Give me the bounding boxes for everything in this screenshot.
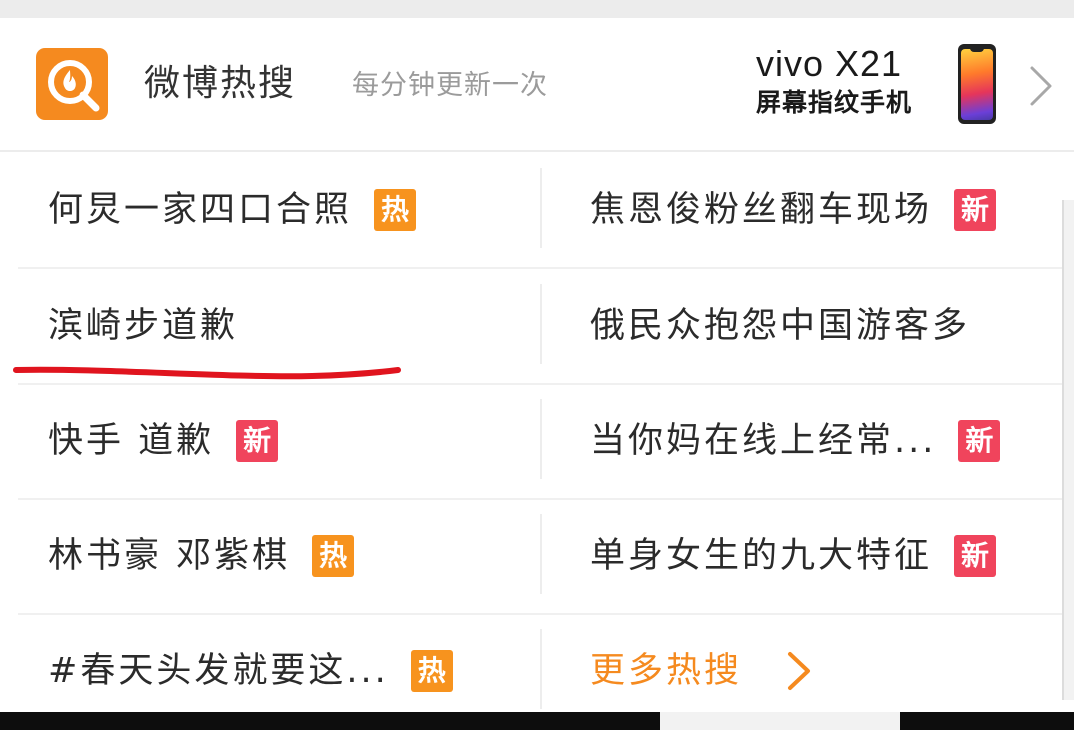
vivo-ad-banner[interactable]: vivo X21 屏幕指纹手机 (752, 42, 1006, 130)
hot-badge: 热 (312, 534, 355, 577)
chevron-right-icon (788, 651, 811, 690)
header-subtitle: 每分钟更新一次 (352, 70, 548, 101)
hot-search-item[interactable]: #春天头发就要这... 热 (48, 613, 453, 728)
hot-badge: 热 (410, 649, 453, 692)
table-row: 快手 道歉 新 当你妈在线上经常... 新 (18, 383, 1062, 500)
item-text: 何炅一家四口合照 (48, 189, 353, 230)
hot-search-item[interactable]: 林书豪 邓紫棋 热 (48, 498, 355, 613)
table-row: #春天头发就要这... 热 更多热搜 (18, 613, 1062, 728)
bottom-bar-highlight (660, 712, 900, 730)
table-row: 何炅一家四口合照 热 焦恩俊粉丝翻车现场 新 (18, 152, 1062, 269)
more-hot-search-link[interactable]: 更多热搜 (590, 613, 812, 728)
annotation-underline (13, 366, 401, 380)
new-badge: 新 (236, 419, 279, 462)
bottom-bar (0, 712, 1074, 730)
more-hot-search-label: 更多热搜 (590, 650, 743, 691)
hot-search-item[interactable]: 单身女生的九大特征 新 (590, 498, 997, 613)
chevron-right-icon[interactable] (1026, 64, 1056, 108)
top-strip (0, 0, 1074, 18)
phone-image (958, 44, 996, 124)
item-text: #春天头发就要这... (48, 650, 389, 691)
hot-search-grid: 何炅一家四口合照 热 焦恩俊粉丝翻车现场 新 滨崎步道歉 俄民众抱怨中国游客多 … (0, 152, 1074, 712)
hot-search-item[interactable]: 快手 道歉 新 (48, 383, 279, 498)
new-badge: 新 (954, 188, 997, 231)
header-title: 微博热搜 (144, 63, 297, 104)
new-badge: 新 (958, 419, 1001, 462)
item-text: 滨崎步道歉 (48, 305, 239, 346)
hot-search-item[interactable]: 俄民众抱怨中国游客多 (590, 268, 970, 383)
hot-search-item[interactable]: 当你妈在线上经常... 新 (590, 383, 1001, 498)
ad-brand: vivo X21 (756, 43, 903, 84)
ad-tagline: 屏幕指纹手机 (756, 88, 913, 117)
item-text: 俄民众抱怨中国游客多 (590, 305, 971, 346)
card-header[interactable]: 微博热搜 每分钟更新一次 vivo X21 屏幕指纹手机 (0, 18, 1074, 152)
weibo-hot-search-logo-icon (36, 48, 108, 120)
table-row: 林书豪 邓紫棋 热 单身女生的九大特征 新 (18, 498, 1062, 615)
item-text: 焦恩俊粉丝翻车现场 (590, 189, 933, 230)
item-text: 单身女生的九大特征 (590, 535, 933, 576)
item-text: 林书豪 邓紫棋 (48, 535, 291, 576)
hot-search-item[interactable]: 焦恩俊粉丝翻车现场 新 (590, 152, 997, 267)
item-text: 当你妈在线上经常... (590, 420, 937, 461)
hot-search-card: 微博热搜 每分钟更新一次 vivo X21 屏幕指纹手机 何炅一家四口合照 热 (0, 18, 1074, 712)
hot-search-item[interactable]: 何炅一家四口合照 热 (48, 152, 417, 267)
hot-badge: 热 (374, 188, 417, 231)
new-badge: 新 (954, 534, 997, 577)
page-edge (1062, 200, 1074, 700)
item-text: 快手 道歉 (48, 420, 215, 461)
